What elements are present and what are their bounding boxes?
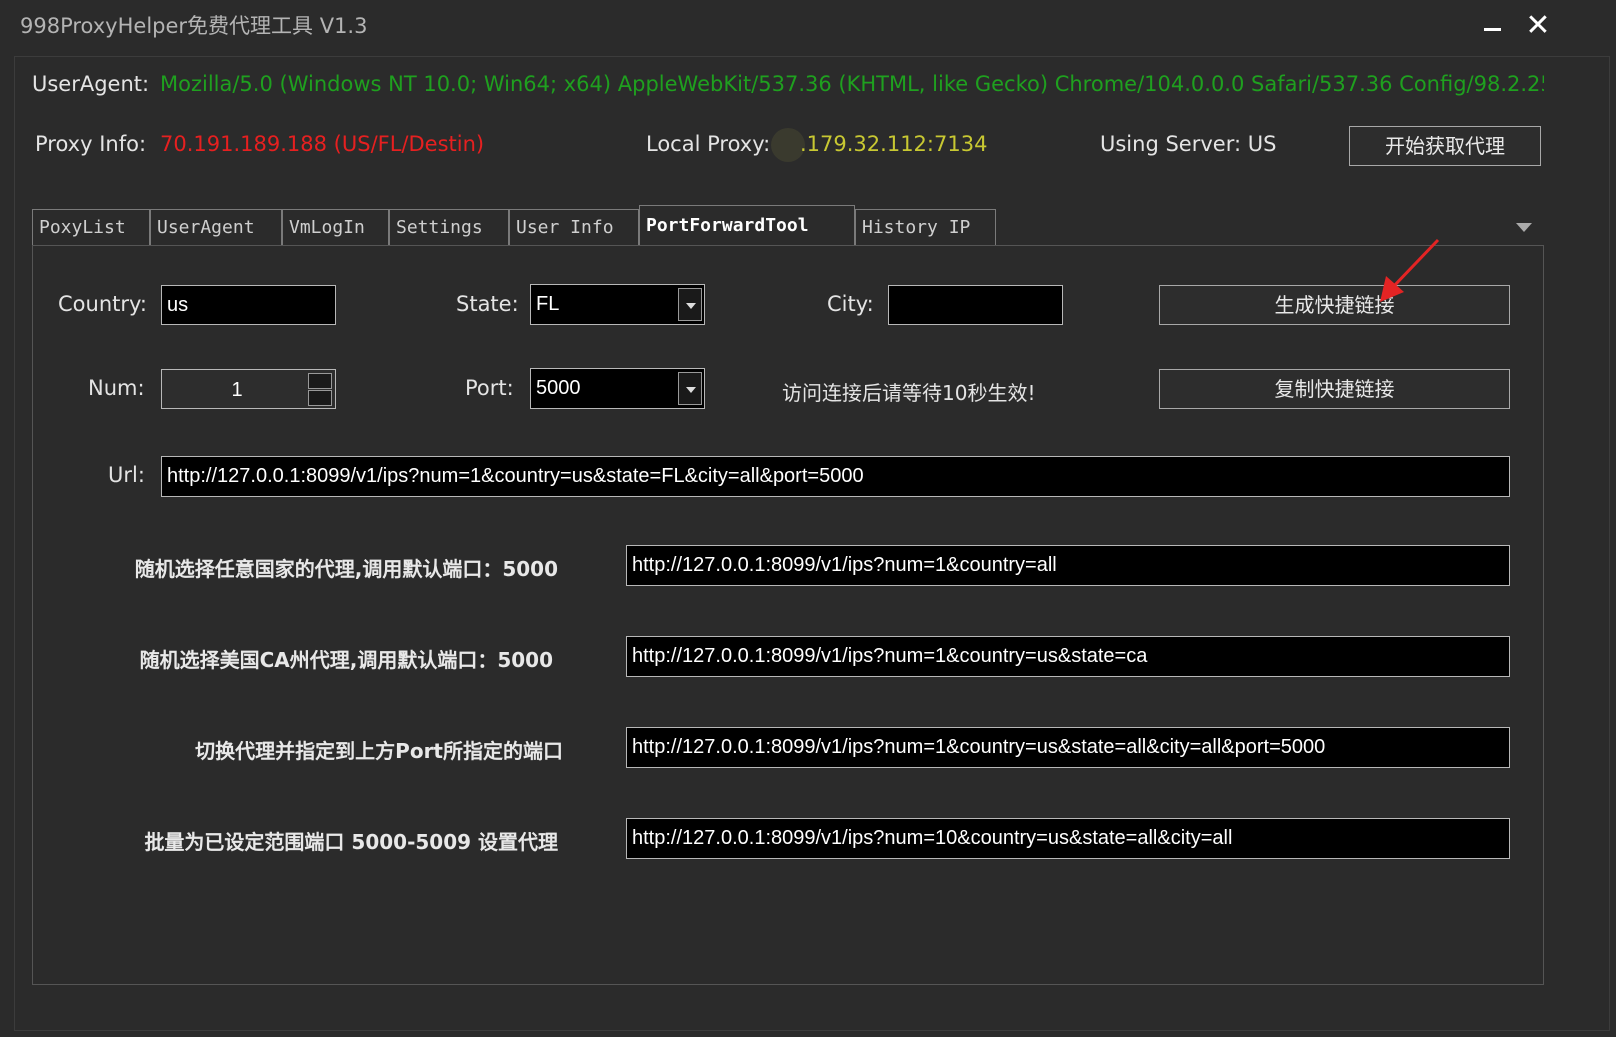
example-url-any-country[interactable]: http://127.0.0.1:8099/v1/ips?num=1&count… [626,545,1510,586]
example-label-us-ca: 随机选择美国CA州代理,调用默认端口：5000 [139,648,553,672]
using-server: Using Server: US [1100,132,1277,156]
chevron-down-icon[interactable] [678,372,702,405]
example-url-us-ca[interactable]: http://127.0.0.1:8099/v1/ips?num=1&count… [626,636,1510,677]
port-select[interactable]: 5000 [530,368,705,409]
tab-port-forward-tool[interactable]: PortForwardTool [639,205,855,245]
window-title: 998ProxyHelper免费代理工具 V1.3 [20,14,368,38]
country-input[interactable]: us [161,285,336,325]
proxy-info-label: Proxy Info: [35,132,147,156]
example-label-batch: 批量为已设定范围端口 5000-5009 设置代理 [144,830,558,854]
copy-link-button[interactable]: 复制快捷链接 [1159,369,1510,409]
num-spinner[interactable] [308,373,332,406]
example-url-batch[interactable]: http://127.0.0.1:8099/v1/ips?num=10&coun… [626,818,1510,859]
chevron-down-icon[interactable] [678,288,702,321]
useragent-label: UserAgent: [32,72,150,96]
tab-dropdown-icon[interactable] [1516,223,1532,232]
country-label: Country: [58,292,147,316]
proxy-info-value: 70.191.189.188 (US/FL/Destin) [160,132,485,156]
generate-link-button[interactable]: 生成快捷链接 [1159,285,1510,325]
example-label-switch-port: 切换代理并指定到上方Port所指定的端口 [195,739,563,763]
num-stepper[interactable]: 1 [161,369,336,409]
local-proxy-label: Local Proxy: [646,132,771,156]
num-value: 1 [231,379,243,401]
city-input[interactable] [888,285,1063,325]
port-label: Port: [465,376,514,400]
city-label: City: [827,292,874,316]
state-label: State: [456,292,519,316]
spin-down-icon[interactable] [308,390,332,406]
close-icon: ✕ [1525,8,1551,43]
state-select-value: FL [536,293,560,315]
tab-vmlogin[interactable]: VmLogIn [282,209,389,245]
example-label-any-country: 随机选择任意国家的代理,调用默认端口：5000 [134,557,558,581]
start-proxy-button[interactable]: 开始获取代理 [1349,126,1541,166]
minimize-button[interactable] [1472,6,1512,46]
url-label: Url: [108,463,145,487]
wait-notice: 访问连接后请等待10秒生效! [782,381,1036,405]
tab-history-ip[interactable]: History IP [855,209,996,245]
close-button[interactable]: ✕ [1518,6,1558,46]
local-proxy-value: .179.32.112:7134 [800,132,988,156]
example-url-switch-port[interactable]: http://127.0.0.1:8099/v1/ips?num=1&count… [626,727,1510,768]
url-input[interactable]: http://127.0.0.1:8099/v1/ips?num=1&count… [161,456,1510,497]
tab-useragent[interactable]: UserAgent [150,209,282,245]
minimize-icon [1484,28,1501,31]
useragent-value: Mozilla/5.0 (Windows NT 10.0; Win64; x64… [160,72,1544,96]
port-select-value: 5000 [536,377,581,399]
tab-poxylist[interactable]: PoxyList [32,209,150,245]
tab-settings[interactable]: Settings [389,209,509,245]
num-label: Num: [88,376,145,400]
annotation-arrow-icon [1380,238,1440,302]
title-bar: 998ProxyHelper免费代理工具 V1.3 ✕ [0,0,1616,54]
state-select[interactable]: FL [530,284,705,325]
spin-up-icon[interactable] [308,373,332,389]
port-forward-panel [32,245,1544,985]
tab-user-info[interactable]: User Info [509,209,639,245]
